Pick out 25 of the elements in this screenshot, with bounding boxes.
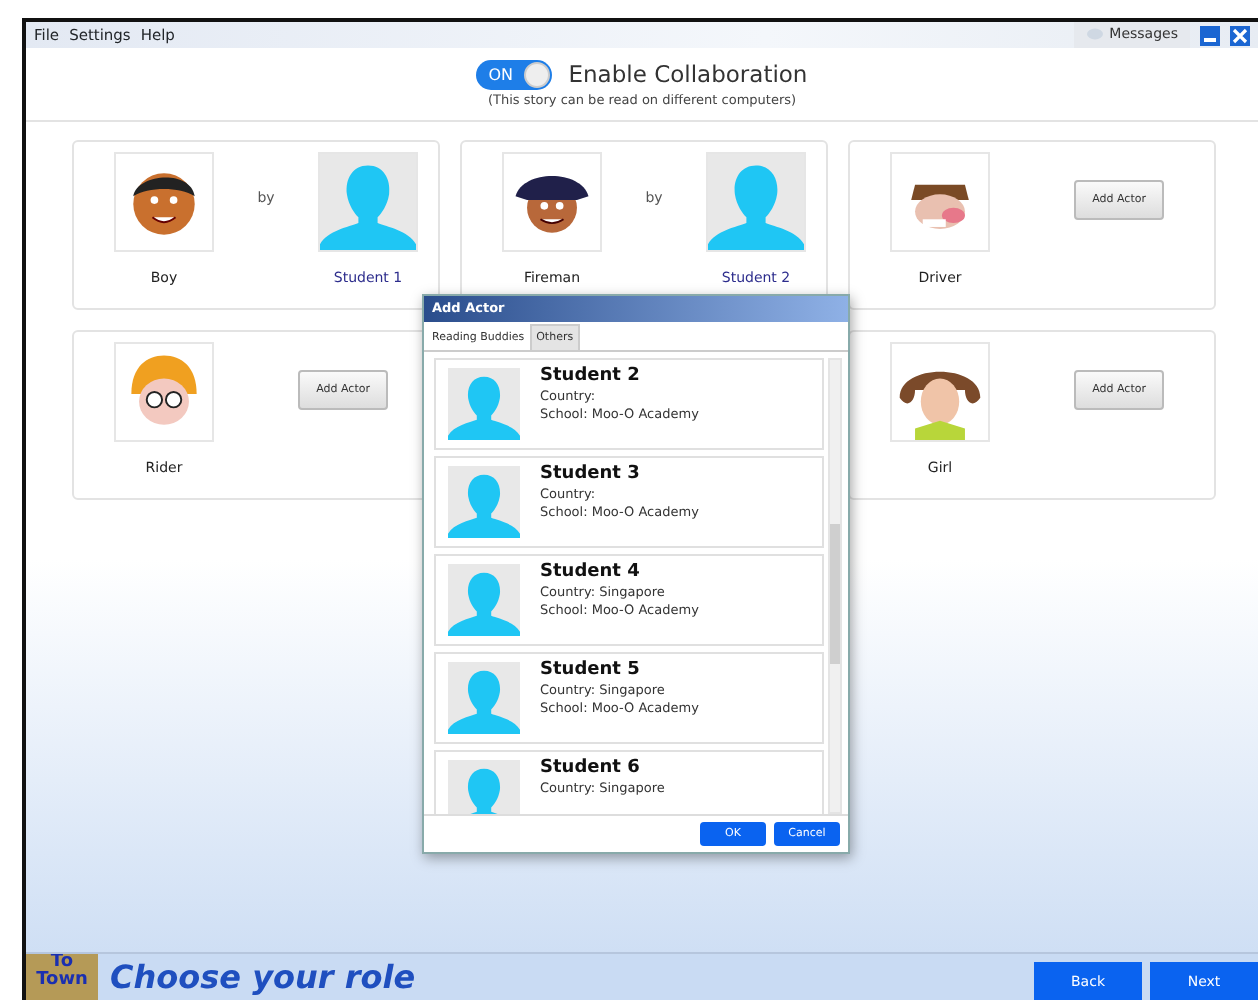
student-name: Student 4 [540, 562, 642, 585]
avatar-silhouette-icon [448, 464, 520, 541]
cartoon-face-drawing [890, 342, 990, 442]
avatar-silhouette-icon [448, 366, 520, 443]
student-name: Student 2 [540, 366, 642, 389]
avatar-silhouette-icon [706, 152, 806, 252]
toggle-label: Enable Collaboration [568, 58, 808, 92]
cartoon-face-drawing [114, 342, 214, 442]
minimize-button[interactable] [1200, 25, 1220, 45]
scrollbar[interactable] [828, 358, 842, 815]
close-icon [1230, 25, 1250, 45]
logo-text: Town [36, 972, 88, 990]
cartoon-face-drawing [890, 152, 990, 252]
student-name: Student 5 [540, 660, 642, 683]
minimize-icon [1204, 37, 1216, 41]
collaboration-toggle[interactable]: ON [476, 60, 553, 91]
avatar-silhouette-icon [448, 660, 520, 737]
cartoon-face-drawing [502, 152, 602, 252]
avatar-silhouette-icon [448, 562, 520, 639]
close-button[interactable] [1230, 25, 1250, 45]
avatar-silhouette-icon [318, 152, 418, 252]
cartoon-face-drawing [114, 152, 214, 252]
student-name: Student 6 [540, 758, 642, 781]
student-name: Student 3 [540, 464, 642, 487]
page-title: Choose your role [110, 955, 416, 999]
